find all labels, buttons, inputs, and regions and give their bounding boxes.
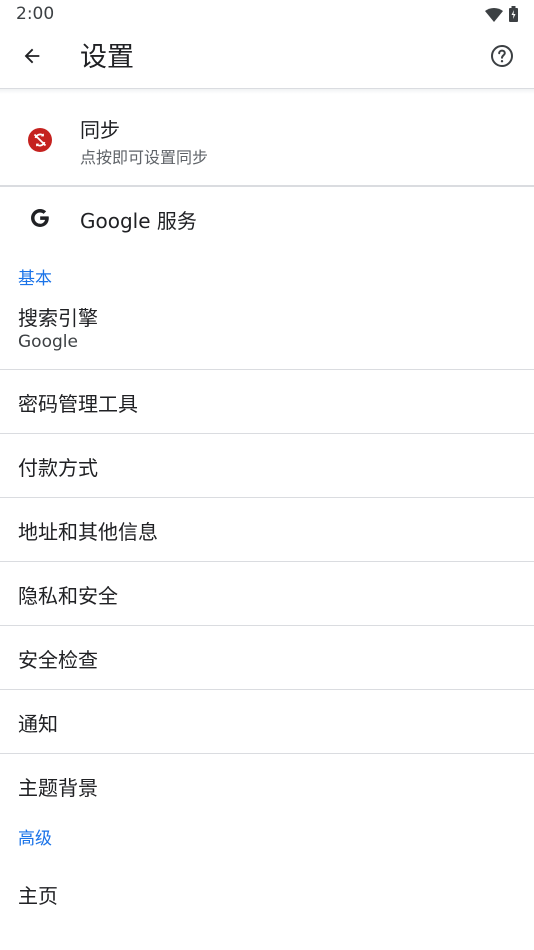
sync-title: 同步 bbox=[80, 118, 120, 142]
status-bar: 2:00 bbox=[0, 0, 534, 28]
addresses-row[interactable]: 地址和其他信息 bbox=[0, 498, 534, 562]
app-bar: 设置 bbox=[0, 28, 534, 88]
status-time: 2:00 bbox=[16, 4, 55, 24]
page-title: 设置 bbox=[80, 42, 134, 73]
privacy-row[interactable]: 隐私和安全 bbox=[0, 562, 534, 626]
password-manager-title: 密码管理工具 bbox=[18, 392, 138, 416]
back-button[interactable] bbox=[12, 38, 52, 78]
notifications-title: 通知 bbox=[18, 712, 58, 736]
divider bbox=[0, 186, 534, 187]
homepage-row[interactable]: 主页 bbox=[0, 866, 534, 930]
payment-methods-title: 付款方式 bbox=[18, 456, 98, 480]
help-icon bbox=[490, 44, 514, 72]
privacy-title: 隐私和安全 bbox=[18, 584, 118, 608]
sync-row[interactable]: 同步 点按即可设置同步 bbox=[0, 94, 534, 186]
settings-screen: 2:00 设置 同步 点按即可设置同步 Google 服务 基本 搜索引擎 Go… bbox=[0, 0, 534, 950]
wifi-icon bbox=[485, 7, 503, 26]
arrow-back-icon bbox=[21, 45, 43, 71]
search-engine-row[interactable]: 搜索引擎 Google bbox=[0, 306, 534, 370]
notifications-row[interactable]: 通知 bbox=[0, 690, 534, 754]
search-engine-title: 搜索引擎 bbox=[18, 306, 98, 330]
status-icons bbox=[485, 6, 518, 26]
addresses-title: 地址和其他信息 bbox=[18, 520, 158, 544]
search-engine-value: Google bbox=[18, 332, 78, 352]
payment-methods-row[interactable]: 付款方式 bbox=[0, 434, 534, 498]
settings-list: 同步 点按即可设置同步 Google 服务 基本 搜索引擎 Google 密码管… bbox=[0, 94, 534, 930]
battery-icon bbox=[509, 6, 518, 26]
password-manager-row[interactable]: 密码管理工具 bbox=[0, 370, 534, 434]
help-button[interactable] bbox=[482, 38, 522, 78]
google-services-title: Google 服务 bbox=[80, 209, 197, 233]
google-services-row[interactable]: Google 服务 bbox=[0, 186, 534, 250]
section-label-basic: 基本 bbox=[18, 269, 52, 289]
safety-check-title: 安全检查 bbox=[18, 648, 98, 672]
theme-title: 主题背景 bbox=[18, 776, 98, 800]
section-header-advanced: 高级 bbox=[0, 818, 534, 866]
section-label-advanced: 高级 bbox=[18, 829, 52, 849]
sync-subtitle: 点按即可设置同步 bbox=[80, 148, 209, 167]
google-g-icon bbox=[20, 198, 60, 238]
homepage-title: 主页 bbox=[18, 884, 58, 908]
section-header-basic: 基本 bbox=[0, 250, 534, 306]
sync-off-icon bbox=[20, 120, 60, 160]
theme-row[interactable]: 主题背景 bbox=[0, 754, 534, 818]
safety-check-row[interactable]: 安全检查 bbox=[0, 626, 534, 690]
